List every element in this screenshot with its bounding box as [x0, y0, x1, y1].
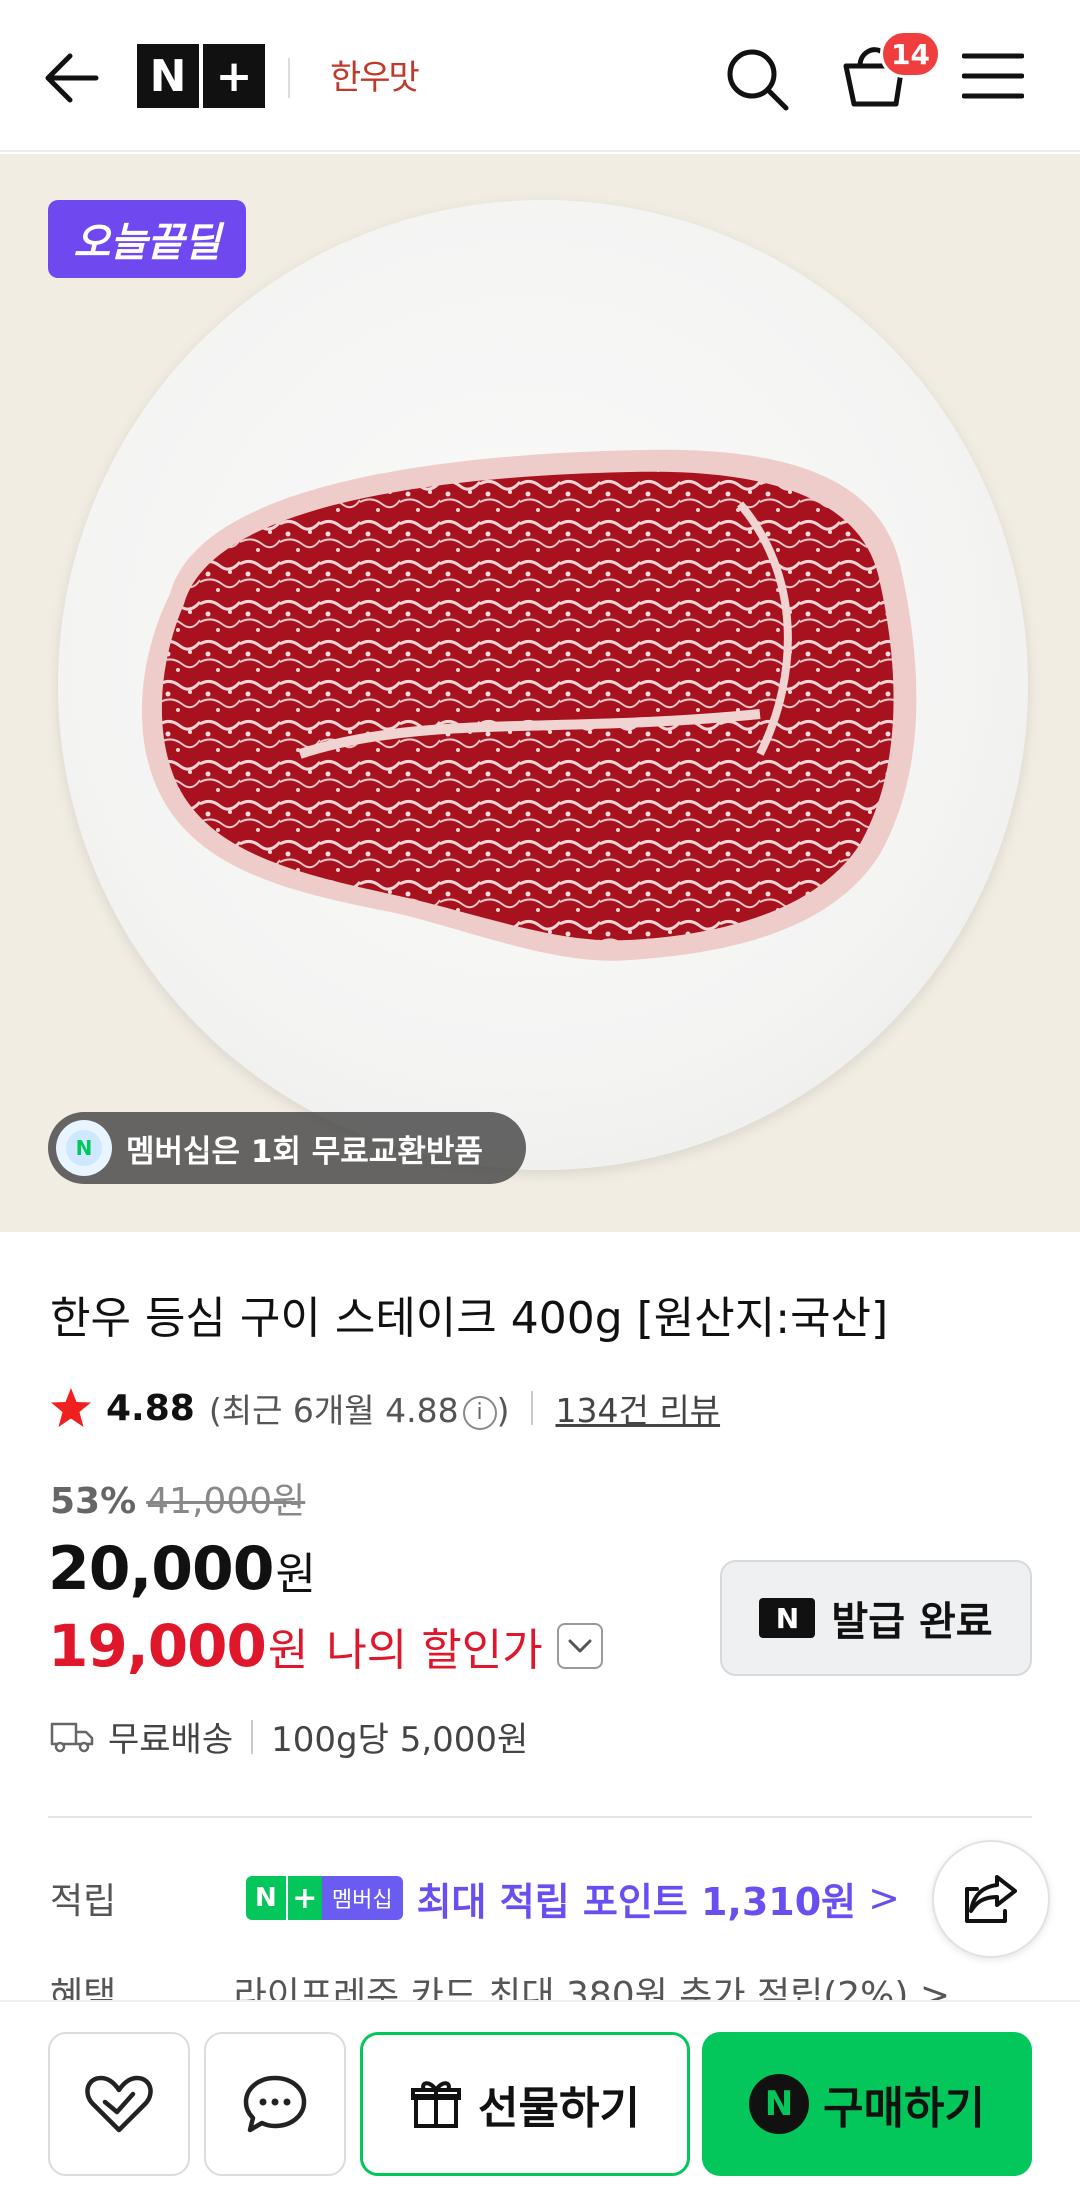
- share-button[interactable]: [932, 1840, 1050, 1958]
- recent-rating-text: (최근 6개월 4.88: [208, 1391, 459, 1430]
- my-price-label: 나의 할인가: [326, 1625, 543, 1676]
- rating-row: 4.88 (최근 6개월 4.88 i) 134건 리뷰: [48, 1380, 720, 1436]
- chat-button[interactable]: [204, 2032, 346, 2176]
- product-image[interactable]: 오늘끝딜 N 멤버십은 1회 무료교환반품: [0, 154, 1080, 1232]
- steak-image: [141, 449, 917, 961]
- my-price-number: 19,000: [48, 1612, 267, 1680]
- deal-badge: 오늘끝딜: [48, 200, 246, 278]
- reward-row[interactable]: 적립 N + 멤버십 최대 적립 포인트 1,310원 >: [50, 1868, 900, 1928]
- my-price-expand-button[interactable]: [556, 1623, 603, 1669]
- back-arrow-icon: [45, 53, 99, 103]
- cart-count-badge: 14: [880, 30, 941, 78]
- membership-badge-plus: +: [285, 1876, 322, 1920]
- heart-check-icon: [85, 2075, 153, 2133]
- nplus-store-logo[interactable]: N +: [137, 44, 265, 108]
- menu-button[interactable]: [961, 50, 1025, 102]
- buy-button[interactable]: N 구매하기: [702, 2032, 1032, 2176]
- rating-score: 4.88: [106, 1387, 195, 1429]
- membership-notice-pill[interactable]: N 멤버십은 1회 무료교환반품: [48, 1112, 526, 1184]
- membership-notice-text: 멤버십은 1회 무료교환반품: [126, 1133, 483, 1170]
- shipping-row: 무료배송 100g당 5,000원: [50, 1712, 528, 1761]
- chevron-down-icon: [568, 1639, 592, 1653]
- max-points-text: 최대 적립 포인트 1,310원: [416, 1879, 857, 1924]
- section-divider: [48, 1816, 1032, 1818]
- gift-button[interactable]: 선물하기: [360, 2032, 690, 2176]
- nplus-logo-n: N: [137, 44, 199, 108]
- naver-n-icon: N: [759, 1598, 816, 1638]
- wishlist-button[interactable]: [48, 2032, 190, 2176]
- rating-separator: [531, 1391, 534, 1425]
- sale-price-number: 20,000: [48, 1534, 275, 1604]
- discount-percent: 53%: [50, 1481, 137, 1522]
- store-logo[interactable]: 한우맛: [330, 50, 420, 99]
- discount-row: 53% 41,000원: [50, 1472, 305, 1524]
- my-price-unit: 원: [267, 1625, 309, 1676]
- top-app-bar: N + 한우맛 14: [0, 0, 1080, 152]
- membership-icon: N: [56, 1120, 112, 1176]
- sale-price: 20,000원: [48, 1534, 316, 1604]
- bottom-action-bar: 선물하기 N 구매하기: [0, 2000, 1080, 2206]
- header-divider: [288, 58, 290, 98]
- shipping-separator: [251, 1719, 254, 1754]
- chat-bubble-icon: [243, 2075, 307, 2133]
- back-button[interactable]: [40, 48, 104, 108]
- buy-button-label: 구매하기: [823, 2083, 985, 2134]
- recent-rating: (최근 6개월 4.88 i): [209, 1384, 510, 1432]
- chevron-right-icon: >: [868, 1876, 900, 1920]
- product-title: 한우 등심 구이 스테이크 400g [원산지:국산]: [50, 1293, 889, 1344]
- my-discount-price: 19,000 원 나의 할인가: [48, 1612, 603, 1680]
- share-icon: [965, 1875, 1017, 1923]
- gift-icon: [411, 2081, 462, 2128]
- search-icon: [727, 49, 789, 111]
- coupon-button-label: 발급 완료: [831, 1599, 993, 1645]
- coupon-issued-button[interactable]: N 발급 완료: [720, 1560, 1032, 1676]
- truck-icon: [50, 1722, 94, 1752]
- gift-button-label: 선물하기: [478, 2083, 640, 2134]
- original-price: 41,000원: [146, 1481, 306, 1522]
- menu-icon: [961, 53, 1025, 99]
- svg-text:N: N: [76, 1136, 93, 1160]
- nplus-logo-plus: +: [203, 44, 265, 108]
- search-button[interactable]: [722, 44, 792, 114]
- unit-price-text: 100g당 5,000원: [271, 1720, 529, 1760]
- review-count-link[interactable]: 134건 리뷰: [555, 1384, 720, 1432]
- naver-pay-icon: N: [749, 2074, 810, 2134]
- membership-badge-text: 멤버십: [321, 1876, 403, 1920]
- star-icon: [51, 1388, 91, 1427]
- nplus-membership-badge: N + 멤버십: [245, 1876, 403, 1920]
- reward-label: 적립: [50, 1881, 117, 1922]
- info-icon[interactable]: i: [462, 1395, 497, 1430]
- sale-price-unit: 원: [275, 1549, 317, 1600]
- membership-badge-n: N: [245, 1876, 286, 1920]
- shipping-text: 무료배송: [108, 1720, 234, 1760]
- recent-rating-close: ): [496, 1391, 510, 1430]
